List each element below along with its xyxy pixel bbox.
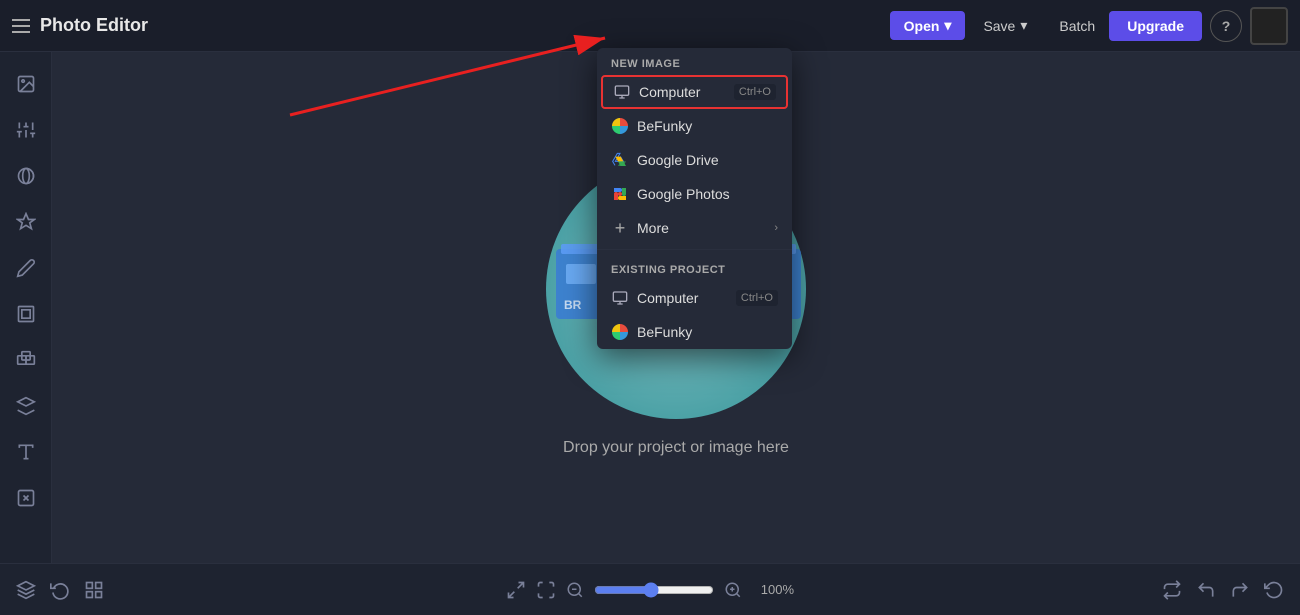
computer-existing-label: Computer (637, 290, 698, 306)
upgrade-button[interactable]: Upgrade (1109, 11, 1202, 41)
open-computer-new-left: Computer (613, 83, 700, 101)
open-googledrive-new-left: Google Drive (611, 151, 719, 169)
fullscreen-icon[interactable] (536, 580, 556, 600)
zoom-slider[interactable] (594, 582, 714, 598)
open-dropdown-menu: New Image Computer Ctrl+O BeFunky (597, 48, 792, 349)
open-googledrive-new[interactable]: Google Drive (597, 143, 792, 177)
googledrive-new-icon (611, 151, 629, 169)
zoom-out-icon[interactable] (566, 581, 584, 599)
computer-new-shortcut: Ctrl+O (734, 84, 776, 100)
befunky-new-label: BeFunky (637, 118, 692, 134)
open-computer-new[interactable]: Computer Ctrl+O (601, 75, 788, 109)
topbar-center: Open ▾ Save ▾ Batch (890, 11, 1110, 40)
open-more-new[interactable]: + More › (597, 211, 792, 245)
sidebar-item-retouch[interactable] (6, 248, 46, 288)
computer-existing-shortcut: Ctrl+O (736, 290, 778, 306)
mirror-icon[interactable] (1162, 580, 1182, 600)
avatar[interactable] (1250, 7, 1288, 45)
sidebar-item-image[interactable] (6, 64, 46, 104)
open-befunky-existing[interactable]: BeFunky (597, 315, 792, 349)
open-befunky-new[interactable]: BeFunky (597, 109, 792, 143)
redo-icon[interactable] (1230, 580, 1250, 600)
svg-text:BR: BR (564, 298, 582, 312)
open-chevron-icon: ▾ (944, 17, 951, 34)
sidebar-item-effects[interactable] (6, 156, 46, 196)
befunky-new-icon (611, 117, 629, 135)
hamburger-menu-icon[interactable] (12, 19, 30, 33)
zoom-value: 100% (752, 582, 794, 597)
open-befunky-new-left: BeFunky (611, 117, 692, 135)
googledrive-new-label: Google Drive (637, 152, 719, 168)
existing-project-section-label: Existing Project (597, 254, 792, 281)
open-googlephotos-new-left: Google Photos (611, 185, 730, 203)
sidebar-item-text[interactable] (6, 432, 46, 472)
fit-screen-icon[interactable] (506, 580, 526, 600)
more-new-icon: + (611, 219, 629, 237)
bottombar-left (16, 580, 104, 600)
history-icon[interactable] (50, 580, 70, 600)
sidebar-item-frames[interactable] (6, 294, 46, 334)
befunky-existing-icon (611, 323, 629, 341)
topbar-right: Upgrade ? (1109, 7, 1288, 45)
batch-button[interactable]: Batch (1045, 12, 1109, 40)
drop-text: Drop your project or image here (563, 439, 789, 457)
more-new-label: More (637, 220, 669, 236)
upgrade-label: Upgrade (1127, 18, 1184, 34)
sidebar (0, 52, 52, 563)
bottombar-center: 100% (506, 580, 794, 600)
computer-new-label: Computer (639, 84, 700, 100)
save-chevron-icon: ▾ (1020, 17, 1027, 34)
save-button[interactable]: Save ▾ (969, 11, 1041, 40)
reset-icon[interactable] (1264, 580, 1284, 600)
open-label: Open (904, 18, 940, 34)
sidebar-item-touch-up[interactable] (6, 202, 46, 242)
open-computer-existing[interactable]: Computer Ctrl+O (597, 281, 792, 315)
sidebar-item-overlays[interactable] (6, 340, 46, 380)
topbar-left: Photo Editor (12, 15, 890, 36)
googlephotos-new-label: Google Photos (637, 186, 730, 202)
befunky-existing-label: BeFunky (637, 324, 692, 340)
new-image-section-label: New Image (597, 48, 792, 75)
open-more-new-left: + More (611, 219, 669, 237)
save-label: Save (983, 18, 1015, 34)
open-befunky-existing-left: BeFunky (611, 323, 692, 341)
batch-label: Batch (1059, 18, 1095, 34)
open-button[interactable]: Open ▾ (890, 11, 966, 40)
bottombar-right (1162, 580, 1284, 600)
bottombar: 100% (0, 563, 1300, 615)
googlephotos-new-icon (611, 185, 629, 203)
topbar: Photo Editor Open ▾ Save ▾ Batch Upgrade… (0, 0, 1300, 52)
help-button[interactable]: ? (1210, 10, 1242, 42)
help-label: ? (1222, 18, 1231, 34)
sidebar-item-adjustments[interactable] (6, 110, 46, 150)
open-computer-existing-left: Computer (611, 289, 698, 307)
grid-icon[interactable] (84, 580, 104, 600)
layers-icon[interactable] (16, 580, 36, 600)
computer-existing-icon (611, 289, 629, 307)
sidebar-item-artsy[interactable] (6, 478, 46, 518)
app-title: Photo Editor (40, 15, 148, 36)
undo-icon[interactable] (1196, 580, 1216, 600)
sidebar-item-graphics[interactable] (6, 386, 46, 426)
more-chevron-icon: › (774, 222, 778, 234)
open-googlephotos-new[interactable]: Google Photos (597, 177, 792, 211)
dropdown-divider (597, 249, 792, 250)
computer-new-icon (613, 83, 631, 101)
zoom-in-icon[interactable] (724, 581, 742, 599)
